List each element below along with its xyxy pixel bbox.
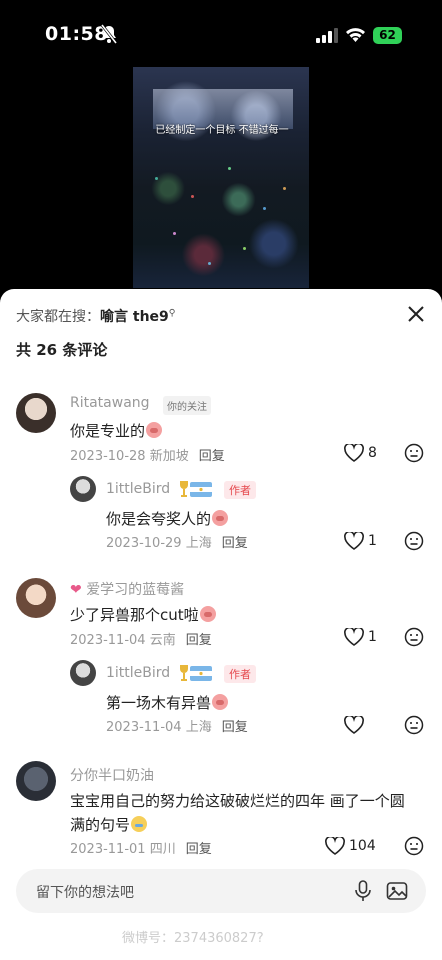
dislike-face-icon[interactable] — [404, 715, 424, 735]
trophy-flag-badge-icon — [180, 665, 212, 681]
battery-indicator: 62 — [373, 27, 402, 44]
comment-input-placeholder: 留下你的想法吧 — [36, 885, 134, 901]
avatar[interactable] — [70, 476, 96, 502]
like-heart-icon[interactable] — [344, 532, 364, 550]
dislike-face-icon[interactable] — [404, 443, 424, 463]
clock: 01:58 — [45, 23, 108, 45]
search-term[interactable]: 喻言 the9 — [100, 309, 169, 325]
comment-meta: 2023-10-28 新加坡 回复 — [70, 449, 225, 464]
author-tag: 作者 — [224, 481, 256, 499]
avatar[interactable] — [70, 660, 96, 686]
pig-emoji-icon — [212, 510, 229, 526]
trending-search[interactable]: 大家都在搜：喻言 the9⚲ — [16, 306, 175, 326]
video-caption: 已经制定一个目标 不错过每一 — [155, 125, 289, 136]
close-icon[interactable] — [407, 305, 425, 323]
comment-text-line2: 满的句号 — [70, 814, 148, 835]
status-bar: 01:58 62 — [0, 0, 442, 66]
bell-off-icon — [100, 24, 118, 44]
search-icon: ⚲ — [168, 308, 176, 319]
pig-emoji-icon — [199, 606, 216, 622]
reply-button[interactable]: 回复 — [186, 633, 212, 648]
dislike-face-icon[interactable] — [404, 836, 424, 856]
comment-input[interactable]: 留下你的想法吧 — [16, 869, 426, 913]
wifi-icon — [346, 28, 365, 42]
image-icon[interactable] — [386, 880, 408, 902]
heart-emoji-icon: ❤ — [70, 582, 82, 598]
reply-meta: 2023-10-29 上海 回复 — [106, 536, 248, 551]
avatar[interactable] — [16, 393, 56, 433]
dislike-face-icon[interactable] — [404, 627, 424, 647]
reply-text: 你是会夸奖人的 — [106, 508, 229, 529]
comment-count: 共 26 条评论 — [16, 341, 108, 359]
comment-username[interactable]: ❤ 爱学习的蓝莓酱 — [70, 579, 184, 599]
trophy-flag-badge-icon — [180, 481, 212, 497]
pig-emoji-icon — [212, 694, 229, 710]
avatar[interactable] — [16, 761, 56, 801]
comment-meta: 2023-11-04 云南 回复 — [70, 633, 212, 648]
comment-username[interactable]: 分你半口奶油 — [70, 765, 154, 785]
comment-sheet: 大家都在搜：喻言 the9⚲ 共 26 条评论 Ritatawang 你的关注 … — [0, 289, 442, 960]
reply-meta: 2023-11-04 上海 回复 — [106, 720, 248, 735]
pig-emoji-icon — [146, 422, 163, 438]
weibo-watermark: 微博号：2374360827? — [122, 931, 264, 946]
comment-meta: 2023-11-01 四川 回复 — [70, 842, 212, 857]
like-count: 104 — [349, 838, 376, 854]
comment-text: 你是专业的 — [70, 420, 163, 441]
like-count: 1 — [368, 533, 377, 549]
comment-text: 少了异兽那个cut啦 — [70, 604, 216, 625]
comment-username[interactable]: Ritatawang — [70, 395, 150, 411]
video-player[interactable]: 已经制定一个目标 不错过每一 — [133, 67, 309, 288]
like-count: 8 — [368, 445, 377, 461]
like-heart-icon[interactable] — [344, 444, 364, 462]
following-tag: 你的关注 — [163, 396, 211, 415]
reply-button[interactable]: 回复 — [186, 842, 212, 857]
like-heart-icon[interactable] — [344, 628, 364, 646]
cellular-signal-icon — [316, 28, 338, 43]
comment-text: 宝宝用自己的努力给这破破烂烂的四年 画了一个圆 — [70, 792, 405, 810]
reply-button[interactable]: 回复 — [199, 449, 225, 464]
crying-emoji-icon — [131, 816, 148, 832]
dislike-face-icon[interactable] — [404, 531, 424, 551]
reply-button[interactable]: 回复 — [222, 720, 248, 735]
microphone-icon[interactable] — [354, 880, 372, 902]
reply-username[interactable]: 1ittleBird — [106, 665, 170, 681]
reply-button[interactable]: 回复 — [222, 536, 248, 551]
like-count: 1 — [368, 629, 377, 645]
like-heart-icon[interactable] — [344, 716, 364, 734]
author-tag: 作者 — [224, 665, 256, 683]
reply-username[interactable]: 1ittleBird — [106, 481, 170, 497]
avatar[interactable] — [16, 578, 56, 618]
reply-text: 第一场木有异兽 — [106, 692, 229, 713]
like-heart-icon[interactable] — [325, 837, 345, 855]
